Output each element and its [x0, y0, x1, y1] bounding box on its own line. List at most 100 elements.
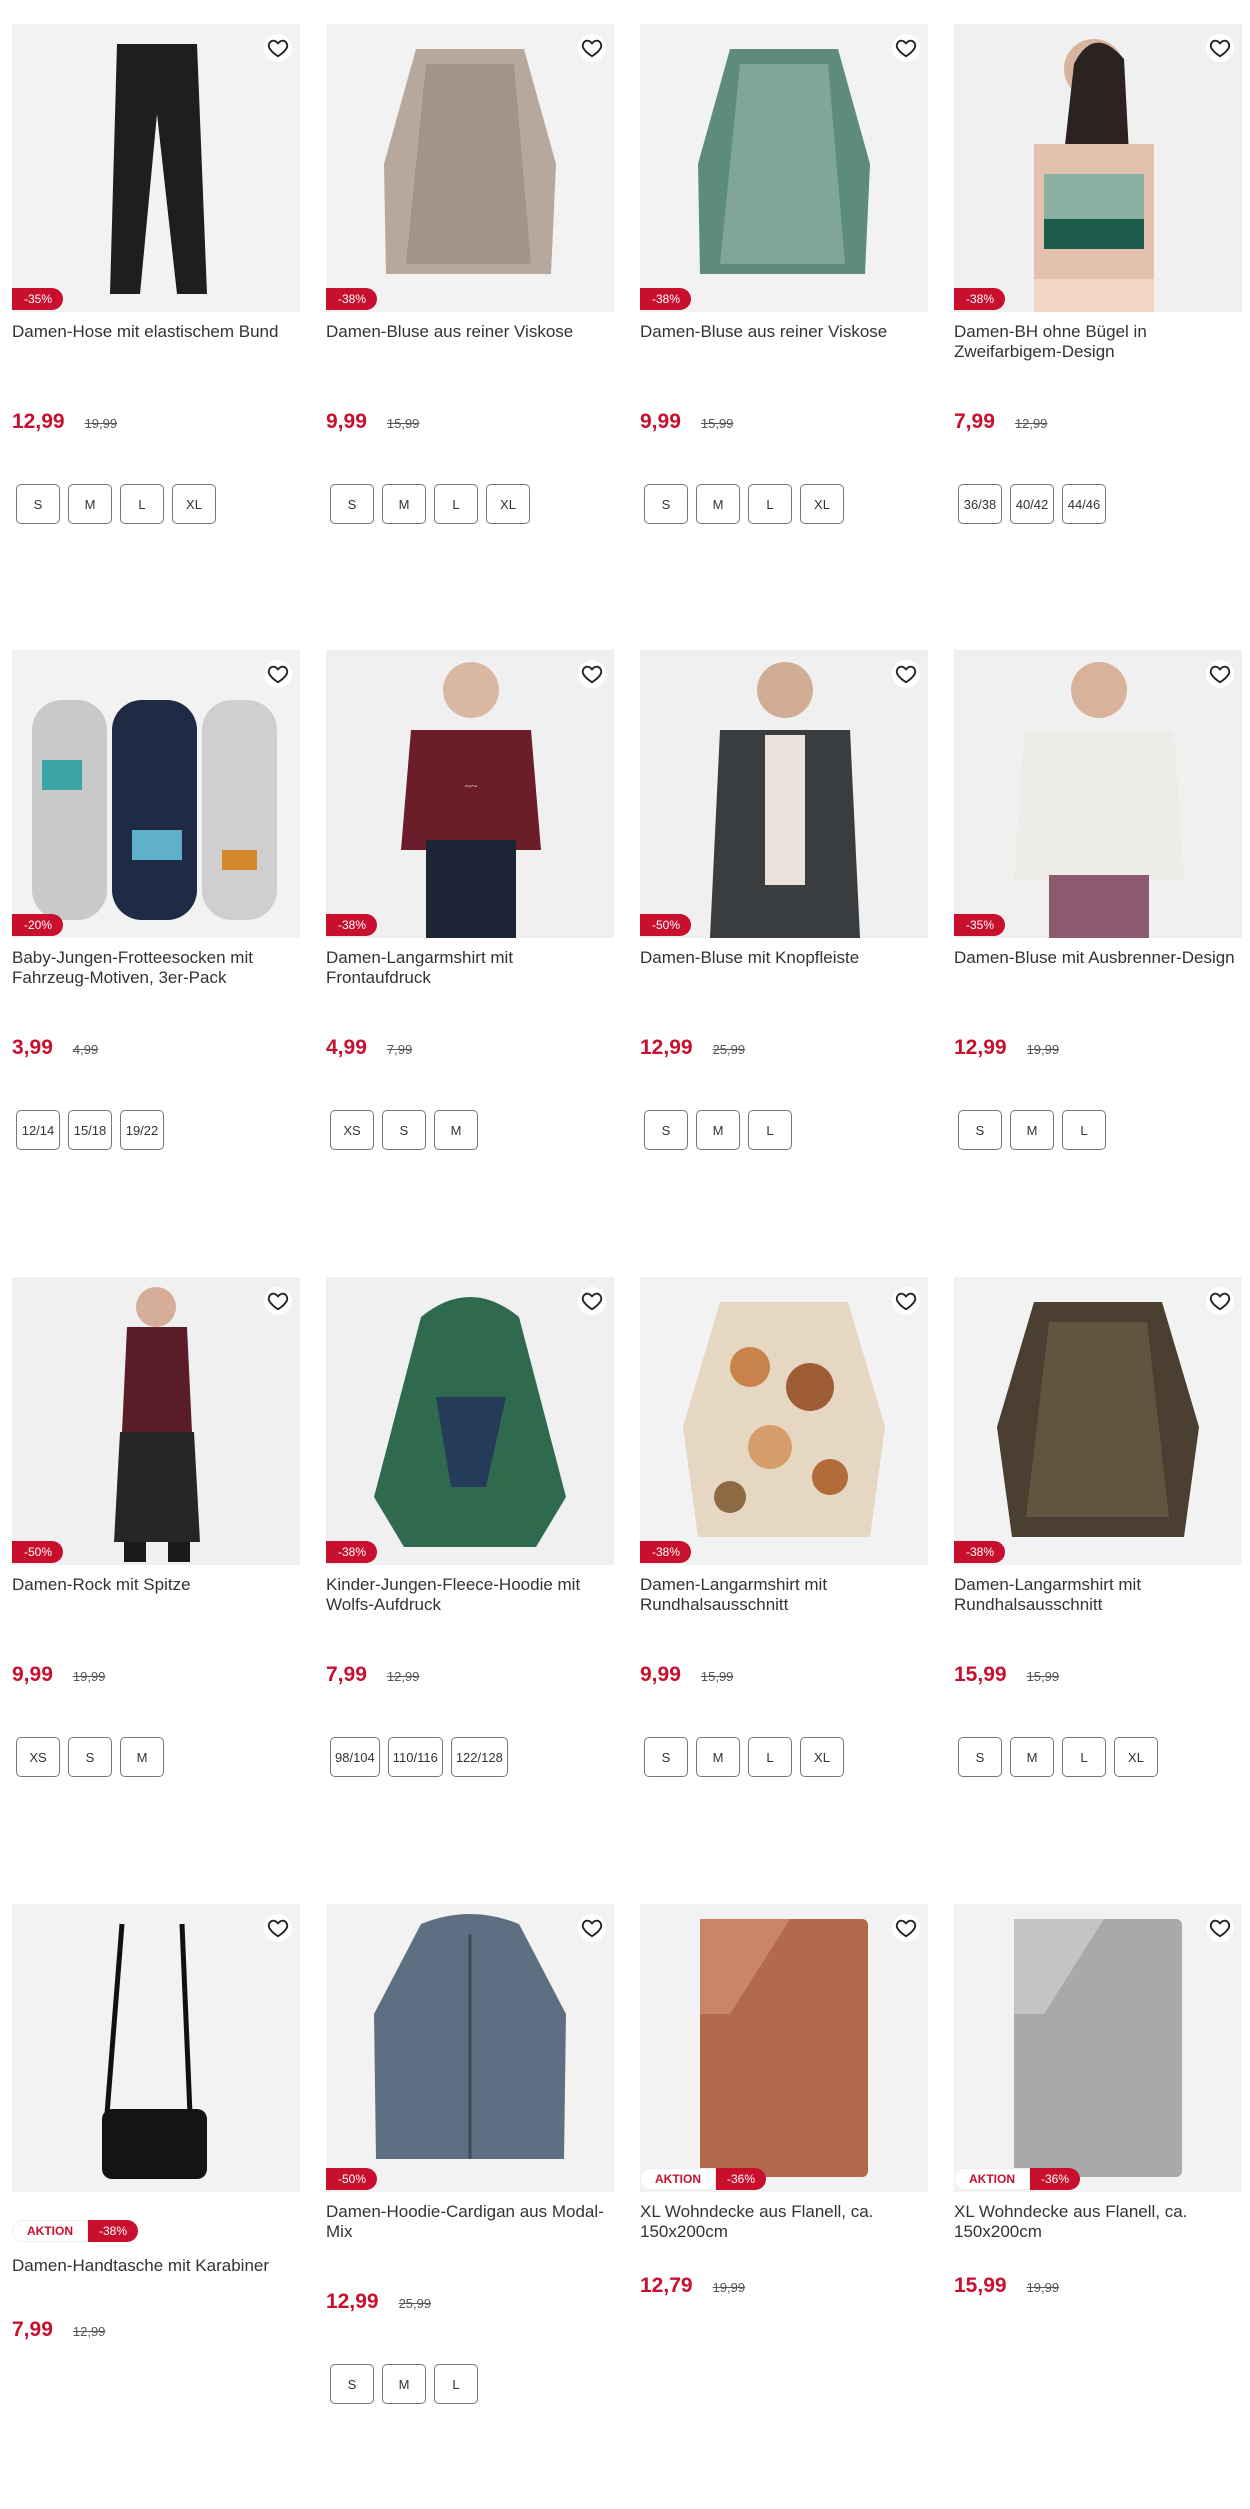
- product-image[interactable]: [954, 650, 1242, 938]
- favorite-button[interactable]: [892, 1914, 920, 1942]
- product-image[interactable]: [640, 1277, 928, 1565]
- product-image[interactable]: [12, 1277, 300, 1565]
- product-card[interactable]: AKTION -36% XL Wohndecke aus Flanell, ca.…: [640, 1904, 928, 2504]
- size-option[interactable]: 19/22: [120, 1110, 164, 1150]
- product-image[interactable]: [954, 1277, 1242, 1565]
- size-option[interactable]: M: [1010, 1110, 1054, 1150]
- size-option[interactable]: L: [748, 1737, 792, 1777]
- size-option[interactable]: 98/104: [330, 1737, 380, 1777]
- product-card[interactable]: -50% Damen-Bluse mit Knopfleiste 12,99 25…: [640, 650, 928, 1250]
- favorite-button[interactable]: [578, 34, 606, 62]
- product-image[interactable]: [12, 1904, 300, 2192]
- size-option[interactable]: L: [1062, 1737, 1106, 1777]
- size-option[interactable]: S: [330, 2364, 374, 2404]
- product-card[interactable]: AKTION -38% Damen-Handtasche mit Karabine…: [12, 1904, 300, 2504]
- product-card[interactable]: ~~ -38% Damen-Langarmshirt mit Frontaufd…: [326, 650, 614, 1250]
- product-title[interactable]: Damen-Langarmshirt mit Rundhalsausschnit…: [954, 1575, 1242, 1615]
- product-image[interactable]: [12, 24, 300, 312]
- size-option[interactable]: 12/14: [16, 1110, 60, 1150]
- product-title[interactable]: XL Wohndecke aus Flanell, ca. 150x200cm: [640, 2202, 928, 2242]
- size-option[interactable]: S: [958, 1110, 1002, 1150]
- product-image[interactable]: [954, 24, 1242, 312]
- product-image[interactable]: [326, 1904, 614, 2192]
- product-card[interactable]: -50% Damen-Rock mit Spitze 9,99 19,99 XS …: [12, 1277, 300, 1877]
- size-option[interactable]: M: [1010, 1737, 1054, 1777]
- size-option[interactable]: 110/116: [387, 1737, 443, 1777]
- size-option[interactable]: 36/38: [958, 484, 1002, 524]
- size-option[interactable]: S: [330, 484, 374, 524]
- product-image[interactable]: [640, 650, 928, 938]
- product-title[interactable]: Damen-Handtasche mit Karabiner: [12, 2256, 300, 2276]
- size-option[interactable]: S: [644, 484, 688, 524]
- size-option[interactable]: L: [748, 1110, 792, 1150]
- favorite-button[interactable]: [892, 660, 920, 688]
- size-option[interactable]: 15/18: [68, 1110, 112, 1150]
- favorite-button[interactable]: [1206, 1914, 1234, 1942]
- product-image[interactable]: [326, 24, 614, 312]
- favorite-button[interactable]: [264, 1287, 292, 1315]
- size-option[interactable]: S: [68, 1737, 112, 1777]
- size-option[interactable]: M: [434, 1110, 478, 1150]
- product-title[interactable]: Damen-Bluse mit Ausbrenner-Design: [954, 948, 1242, 968]
- size-option[interactable]: 122/128: [450, 1737, 508, 1777]
- favorite-button[interactable]: [1206, 34, 1234, 62]
- size-option[interactable]: S: [958, 1737, 1002, 1777]
- size-option[interactable]: XS: [16, 1737, 60, 1777]
- product-card[interactable]: -38% Kinder-Jungen-Fleece-Hoodie mit Wol…: [326, 1277, 614, 1877]
- product-card[interactable]: -35% Damen-Hose mit elastischem Bund 12,…: [12, 24, 300, 624]
- product-title[interactable]: Damen-Langarmshirt mit Frontaufdruck: [326, 948, 614, 988]
- favorite-button[interactable]: [892, 1287, 920, 1315]
- product-image[interactable]: [640, 24, 928, 312]
- size-option[interactable]: 44/46: [1062, 484, 1106, 524]
- favorite-button[interactable]: [264, 34, 292, 62]
- size-option[interactable]: L: [748, 484, 792, 524]
- size-option[interactable]: S: [644, 1737, 688, 1777]
- size-option[interactable]: L: [120, 484, 164, 524]
- product-image[interactable]: ~~: [326, 650, 614, 938]
- product-title[interactable]: Kinder-Jungen-Fleece-Hoodie mit Wolfs-Au…: [326, 1575, 614, 1615]
- size-option[interactable]: XL: [1114, 1737, 1158, 1777]
- size-option[interactable]: M: [382, 484, 426, 524]
- favorite-button[interactable]: [578, 1287, 606, 1315]
- product-card[interactable]: -38% Damen-Bluse aus reiner Viskose 9,99…: [640, 24, 928, 624]
- favorite-button[interactable]: [1206, 1287, 1234, 1315]
- size-option[interactable]: L: [1062, 1110, 1106, 1150]
- size-option[interactable]: M: [120, 1737, 164, 1777]
- size-option[interactable]: M: [696, 1737, 740, 1777]
- product-title[interactable]: Baby-Jungen-Frotteesocken mit Fahrzeug-M…: [12, 948, 300, 988]
- product-image[interactable]: [12, 650, 300, 938]
- product-title[interactable]: Damen-Bluse aus reiner Viskose: [326, 322, 614, 342]
- size-option[interactable]: M: [696, 484, 740, 524]
- size-option[interactable]: S: [16, 484, 60, 524]
- favorite-button[interactable]: [264, 660, 292, 688]
- size-option[interactable]: M: [68, 484, 112, 524]
- favorite-button[interactable]: [578, 660, 606, 688]
- product-card[interactable]: -38% Damen-Bluse aus reiner Viskose 9,99…: [326, 24, 614, 624]
- product-title[interactable]: Damen-BH ohne Bügel in Zweifarbigem-Desi…: [954, 322, 1242, 362]
- product-image[interactable]: [326, 1277, 614, 1565]
- favorite-button[interactable]: [264, 1914, 292, 1942]
- product-title[interactable]: Damen-Bluse mit Knopfleiste: [640, 948, 928, 968]
- product-card[interactable]: -50% Damen-Hoodie-Cardigan aus Modal-Mix…: [326, 1904, 614, 2504]
- size-option[interactable]: XL: [800, 484, 844, 524]
- product-title[interactable]: Damen-Hose mit elastischem Bund: [12, 322, 300, 342]
- size-option[interactable]: M: [382, 2364, 426, 2404]
- product-title[interactable]: XL Wohndecke aus Flanell, ca. 150x200cm: [954, 2202, 1242, 2242]
- product-card[interactable]: -35% Damen-Bluse mit Ausbrenner-Design 1…: [954, 650, 1242, 1250]
- product-card[interactable]: -38% Damen-Langarmshirt mit Rundhalsauss…: [640, 1277, 928, 1877]
- size-option[interactable]: 40/42: [1010, 484, 1054, 524]
- product-title[interactable]: Damen-Langarmshirt mit Rundhalsausschnit…: [640, 1575, 928, 1615]
- product-title[interactable]: Damen-Rock mit Spitze: [12, 1575, 300, 1595]
- size-option[interactable]: XS: [330, 1110, 374, 1150]
- product-title[interactable]: Damen-Hoodie-Cardigan aus Modal-Mix: [326, 2202, 614, 2242]
- size-option[interactable]: XL: [172, 484, 216, 524]
- product-card[interactable]: -38% Damen-BH ohne Bügel in Zweifarbigem…: [954, 24, 1242, 624]
- size-option[interactable]: M: [696, 1110, 740, 1150]
- size-option[interactable]: S: [644, 1110, 688, 1150]
- size-option[interactable]: XL: [486, 484, 530, 524]
- favorite-button[interactable]: [578, 1914, 606, 1942]
- size-option[interactable]: L: [434, 484, 478, 524]
- product-image[interactable]: [640, 1904, 928, 2192]
- product-card[interactable]: AKTION -36% XL Wohndecke aus Flanell, ca.…: [954, 1904, 1242, 2504]
- product-card[interactable]: -38% Damen-Langarmshirt mit Rundhalsauss…: [954, 1277, 1242, 1877]
